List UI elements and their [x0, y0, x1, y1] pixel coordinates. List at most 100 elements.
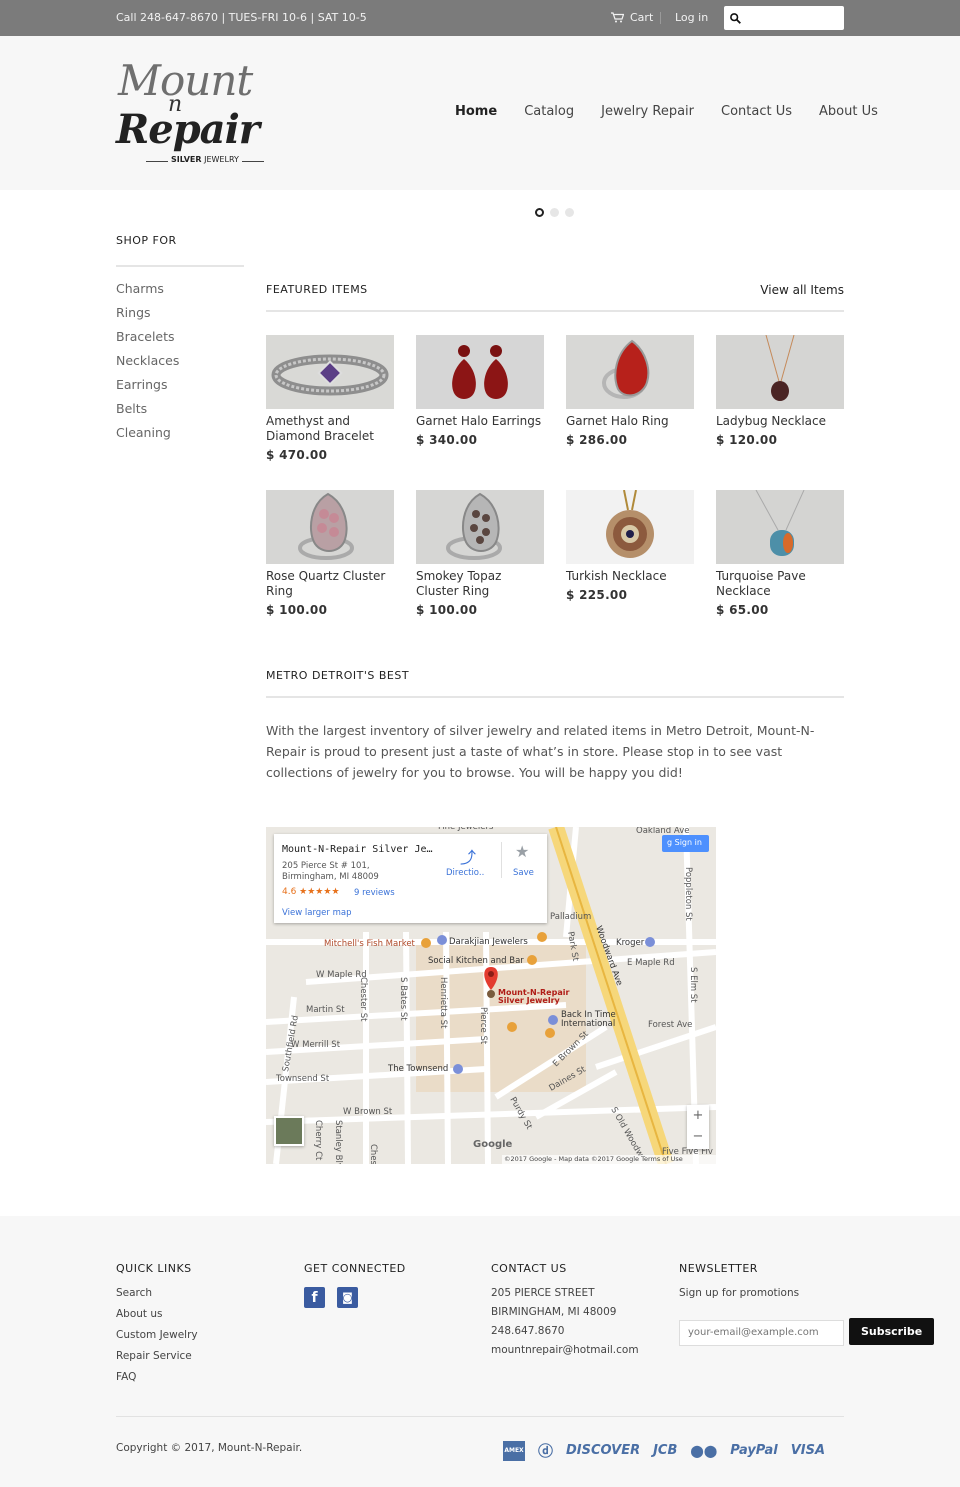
nav-catalog[interactable]: Catalog: [524, 104, 574, 119]
instagram-icon[interactable]: ◙: [337, 1287, 358, 1308]
map-zoom-control: + −: [687, 1105, 709, 1149]
product-price: $ 286.00: [566, 433, 628, 447]
product-image[interactable]: [566, 335, 694, 409]
zoom-in-button[interactable]: +: [687, 1105, 709, 1126]
slider-dot-2[interactable]: [550, 208, 559, 217]
footer-link-search[interactable]: Search: [116, 1287, 198, 1308]
svg-text:Social Kitchen and Bar: Social Kitchen and Bar: [428, 956, 524, 966]
product-name: Smokey Topaz Cluster Ring: [416, 569, 502, 598]
svg-text:S Bates St: S Bates St: [398, 977, 408, 1021]
search-box[interactable]: [724, 6, 844, 30]
nav-home[interactable]: Home: [455, 104, 497, 119]
product-image[interactable]: [716, 335, 844, 409]
product-image[interactable]: [716, 490, 844, 564]
map-sign-in-button[interactable]: g Sign in: [662, 835, 709, 852]
star-icon[interactable]: ★: [515, 842, 529, 861]
svg-text:The Townsend: The Townsend: [387, 1064, 448, 1074]
map-attribution: ©2017 Google - Map data ©2017 Google Ter…: [502, 1155, 716, 1164]
visa-icon: VISA: [790, 1443, 826, 1458]
svg-text:Martin St: Martin St: [306, 1005, 345, 1015]
svg-text:W Merrill St: W Merrill St: [291, 1040, 341, 1050]
nav-about-us[interactable]: About Us: [819, 104, 878, 119]
featured-title: FEATURED ITEMS: [266, 283, 368, 296]
product-image[interactable]: [416, 490, 544, 564]
zoom-out-button[interactable]: −: [687, 1126, 709, 1147]
quick-links-title: QUICK LINKS: [116, 1262, 192, 1275]
sidebar-item-charms[interactable]: Charms: [116, 281, 164, 296]
sidebar-item-cleaning[interactable]: Cleaning: [116, 425, 171, 440]
jcb-icon: JCB: [653, 1443, 678, 1458]
discover-icon: DISCOVER: [566, 1443, 641, 1458]
search-icon[interactable]: [730, 12, 741, 24]
footer-link-faq[interactable]: FAQ: [116, 1371, 198, 1392]
product-image[interactable]: [416, 335, 544, 409]
subscribe-button[interactable]: Subscribe: [849, 1318, 935, 1345]
cart-link[interactable]: Cart: [611, 11, 653, 24]
store-logo[interactable]: Mount n Repair SILVER JEWELRY: [116, 56, 266, 171]
map-address-line2: Birmingham, MI 48009: [282, 872, 379, 882]
sidebar-item-rings[interactable]: Rings: [116, 305, 151, 320]
main-nav: Home Catalog Jewelry Repair Contact Us A…: [455, 104, 905, 119]
product-card[interactable]: Amethyst and Diamond Bracelet $ 470.00: [266, 335, 394, 462]
product-card[interactable]: Turquoise Pave Necklace $ 65.00: [716, 490, 844, 617]
product-image[interactable]: [266, 335, 394, 409]
store-phone-hours: Call 248-647-8670 | TUES-FRI 10-6 | SAT …: [116, 11, 367, 24]
product-card[interactable]: Ladybug Necklace $ 120.00: [716, 335, 844, 447]
map-place-name: Mount-N-Repair Silver Je…: [282, 844, 433, 855]
footer-get-connected: GET CONNECTED f ◙: [304, 1262, 406, 1308]
svg-text:S Elm St: S Elm St: [688, 967, 698, 1003]
product-image[interactable]: [266, 490, 394, 564]
sidebar-item-bracelets[interactable]: Bracelets: [116, 329, 175, 344]
contact-street: 205 PIERCE STREET: [491, 1287, 595, 1299]
contact-email[interactable]: mountnrepair@hotmail.com: [491, 1344, 639, 1363]
svg-text:Kroger: Kroger: [616, 938, 645, 948]
directions-link[interactable]: Directio..: [446, 868, 484, 878]
svg-text:Darakjian Jewelers: Darakjian Jewelers: [449, 937, 528, 947]
svg-text:Chester St: Chester St: [358, 977, 368, 1022]
featured-items-heading: FEATURED ITEMS View all Items: [266, 283, 844, 312]
payment-methods: AMEX ⓓ DISCOVER JCB ⬤⬤ PayPal VISA: [503, 1440, 825, 1461]
footer-link-repair-service[interactable]: Repair Service: [116, 1350, 198, 1371]
view-all-items-link[interactable]: View all Items: [760, 283, 844, 297]
sidebar-item-necklaces[interactable]: Necklaces: [116, 353, 179, 368]
sidebar-item-belts[interactable]: Belts: [116, 401, 147, 416]
slider-dots: [535, 208, 574, 217]
diners-icon: ⓓ: [538, 1442, 554, 1460]
product-price: $ 100.00: [416, 603, 478, 617]
directions-icon[interactable]: ⤴: [460, 844, 476, 868]
topbar-divider: [660, 12, 661, 24]
login-link[interactable]: Log in: [675, 11, 708, 24]
product-card[interactable]: Rose Quartz Cluster Ring $ 100.00: [266, 490, 394, 617]
product-card[interactable]: Garnet Halo Ring $ 286.00: [566, 335, 694, 447]
product-card[interactable]: Turkish Necklace $ 225.00: [566, 490, 694, 602]
facebook-icon[interactable]: f: [304, 1287, 325, 1308]
google-map[interactable]: Oakland Ave Palladium Kroger E Maple Rd …: [266, 827, 716, 1164]
sidebar-item-earrings[interactable]: Earrings: [116, 377, 167, 392]
svg-text:Forest Ave: Forest Ave: [648, 1020, 692, 1030]
svg-text:Henrietta St: Henrietta St: [438, 977, 448, 1029]
product-image[interactable]: [566, 490, 694, 564]
product-card[interactable]: Garnet Halo Earrings $ 340.00: [416, 335, 544, 447]
nav-contact-us[interactable]: Contact Us: [721, 104, 792, 119]
product-card[interactable]: Smokey Topaz Cluster Ring $ 100.00: [416, 490, 544, 617]
svg-text:Townsend St: Townsend St: [275, 1074, 330, 1084]
svg-text:Mitchell's Fish Market: Mitchell's Fish Market: [324, 939, 416, 949]
footer-link-about[interactable]: About us: [116, 1308, 198, 1329]
slider-dot-1[interactable]: [535, 208, 544, 217]
save-link[interactable]: Save: [513, 868, 534, 878]
newsletter-email-input[interactable]: [679, 1319, 844, 1346]
nav-jewelry-repair[interactable]: Jewelry Repair: [601, 104, 694, 119]
view-larger-map-link[interactable]: View larger map: [282, 908, 352, 918]
contact-city: BIRMINGHAM, MI 48009: [491, 1306, 617, 1318]
copyright-text: Copyright © 2017, Mount-N-Repair.: [116, 1442, 303, 1454]
map-reviews-link[interactable]: 9 reviews: [354, 888, 395, 898]
about-title: METRO DETROIT'S BEST: [266, 669, 410, 682]
product-name: Garnet Halo Ring: [566, 414, 669, 428]
product-price: $ 65.00: [716, 603, 769, 617]
slider-dot-3[interactable]: [565, 208, 574, 217]
about-text: With the largest inventory of silver jew…: [266, 723, 815, 780]
footer-link-custom-jewelry[interactable]: Custom Jewelry: [116, 1329, 198, 1350]
svg-text:Cherry Ct: Cherry Ct: [313, 1120, 323, 1161]
satellite-toggle[interactable]: [274, 1116, 304, 1146]
search-input[interactable]: [747, 11, 837, 25]
